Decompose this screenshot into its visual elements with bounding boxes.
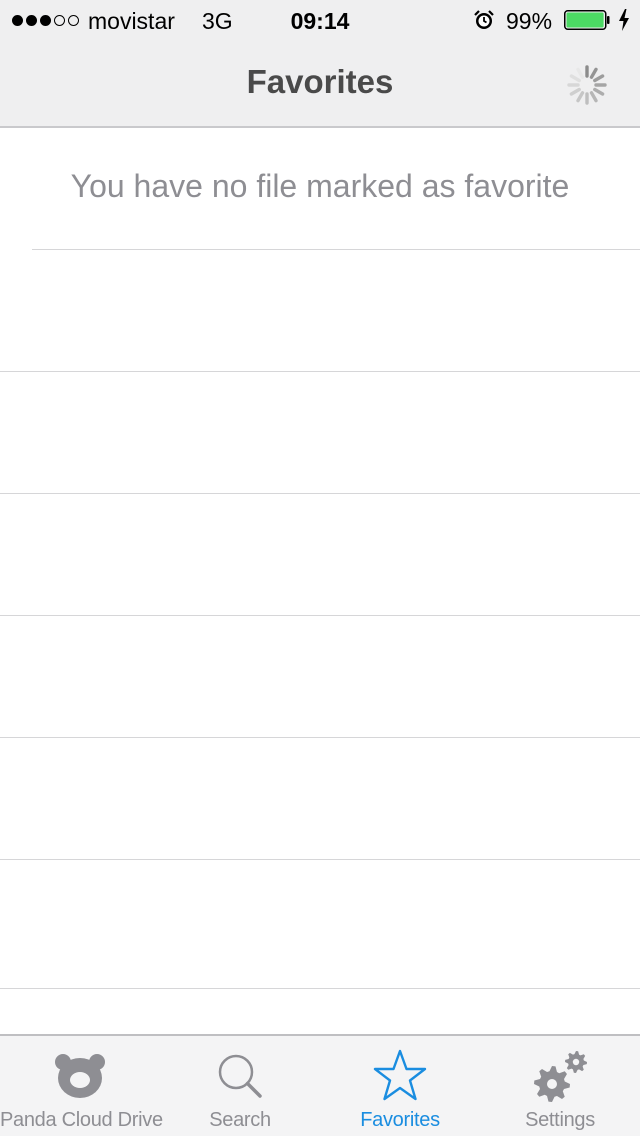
row-separator [0,371,640,372]
loading-spinner-icon [567,65,607,105]
battery-icon [564,10,610,30]
star-icon [373,1049,427,1101]
status-bar: movistar 3G 09:14 99% [0,0,640,40]
tab-label: Panda Cloud Drive [0,1109,163,1131]
battery-percentage: 99% [506,8,553,34]
tab-label: Settings [525,1109,595,1131]
empty-state-message: You have no file marked as favorite [70,168,570,204]
empty-state-row: You have no file marked as favorite [0,128,640,249]
top-bar: movistar 3G 09:14 99% Favorites [0,0,640,128]
tab-bar: Panda Cloud Drive Search Favorites Setti… [0,1034,640,1136]
tab-label: Favorites [360,1109,440,1131]
favorites-list: You have no file marked as favorite [0,128,640,1034]
charging-bolt-icon [619,9,629,31]
gears-icon [534,1051,587,1102]
row-separator [0,859,640,860]
page-title: Favorites [246,63,394,100]
search-icon [218,1054,262,1098]
row-separator [0,493,640,494]
panda-icon [55,1054,105,1098]
tab-search[interactable]: Search [160,1036,320,1136]
favorites-screen: movistar 3G 09:14 99% Favorites You have… [0,0,640,1136]
tab-panda-cloud-drive[interactable]: Panda Cloud Drive [0,1036,163,1136]
row-separator [0,615,640,616]
row-separator [0,737,640,738]
tab-settings[interactable]: Settings [480,1036,640,1136]
tab-favorites[interactable]: Favorites [320,1036,480,1136]
tab-label: Search [209,1109,271,1131]
alarm-icon [474,10,494,29]
row-separator [0,988,640,989]
row-separator [32,249,640,250]
